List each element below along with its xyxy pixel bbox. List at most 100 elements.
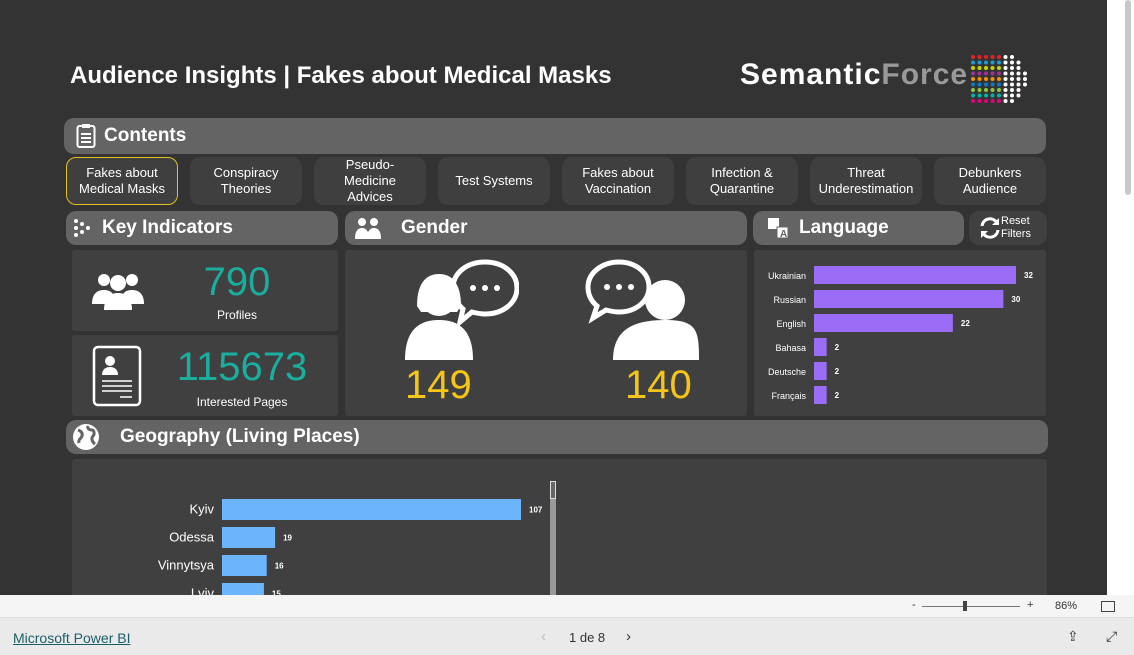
logo-dot xyxy=(1010,99,1014,103)
logo-dot xyxy=(971,66,975,70)
bar-value: 19 xyxy=(283,534,292,543)
share-icon[interactable]: ⇪ xyxy=(1067,628,1079,645)
bar-value: 16 xyxy=(275,562,284,571)
logo-dot xyxy=(990,77,995,81)
tab-6[interactable]: Threat Underestimation xyxy=(810,157,922,205)
tab-7[interactable]: Debunkers Audience xyxy=(934,157,1046,205)
gender-header: Gender xyxy=(345,211,747,245)
logo-dot xyxy=(984,77,988,81)
pages-card: 115673 Interested Pages xyxy=(72,335,338,416)
logo-dot xyxy=(1010,71,1014,76)
logo-dot xyxy=(990,60,995,65)
male-count: 140 xyxy=(625,363,692,407)
zoom-level: 86% xyxy=(1055,600,1078,612)
reset-filters-button[interactable]: Reset Filters xyxy=(969,211,1047,245)
profiles-label: Profiles xyxy=(216,308,257,322)
gender-panel: 149 140 xyxy=(345,250,747,416)
logo-dot xyxy=(977,99,982,103)
profiles-value: 790 xyxy=(203,260,271,304)
report-canvas: Audience Insights | Fakes about Medical … xyxy=(0,0,1107,595)
geography-chart: Kyiv 107 Odessa 19 Vinnytsya 16 Lviv 15 xyxy=(72,459,1047,595)
bar xyxy=(814,362,827,380)
logo-dot xyxy=(971,88,975,92)
logo-dot xyxy=(971,55,975,59)
tab-label: Threat Underestimation xyxy=(818,165,914,196)
fit-to-page-icon[interactable] xyxy=(1101,601,1115,612)
bar xyxy=(814,386,827,404)
logo-dot xyxy=(1016,66,1021,70)
key-indicators-title: Key Indicators xyxy=(102,217,233,238)
zoom-in-button[interactable]: + xyxy=(1027,599,1033,611)
logo-dot xyxy=(997,60,1001,65)
key-indicators-header: Key Indicators xyxy=(66,211,338,245)
logo-dot xyxy=(984,88,988,92)
logo-dot xyxy=(997,77,1001,81)
logo-dot xyxy=(1016,77,1021,81)
bar xyxy=(222,583,264,595)
logo-dot xyxy=(971,99,975,103)
semanticforce-logo: SemanticForce xyxy=(740,58,969,91)
logo-dot xyxy=(1003,93,1008,98)
prev-page-icon[interactable]: ‹ xyxy=(541,628,546,645)
bar-value: 22 xyxy=(961,319,970,328)
tab-0[interactable]: Fakes about Medical Masks xyxy=(66,157,178,205)
tab-3[interactable]: Test Systems xyxy=(438,157,550,205)
geography-title: Geography (Living Places) xyxy=(120,426,360,447)
page-scroll-thumb[interactable] xyxy=(1125,0,1131,195)
zoom-slider[interactable] xyxy=(922,606,1020,607)
document-profile-icon xyxy=(92,345,142,407)
logo-dot xyxy=(997,71,1001,76)
next-page-icon[interactable]: › xyxy=(626,628,631,645)
logo-dot xyxy=(971,60,975,65)
logo-dot xyxy=(1016,60,1021,65)
zoom-out-button[interactable]: - xyxy=(912,599,916,611)
logo-dot xyxy=(1003,60,1008,65)
tab-label: Infection & Quarantine xyxy=(709,165,775,196)
power-bi-link[interactable]: Microsoft Power BI xyxy=(13,630,130,646)
logo-dot xyxy=(984,99,988,103)
bar xyxy=(222,527,276,548)
scroll-thumb[interactable] xyxy=(550,481,556,499)
tab-5[interactable]: Infection & Quarantine xyxy=(686,157,798,205)
tab-1[interactable]: Conspiracy Theories xyxy=(190,157,302,205)
pages-label: Interested Pages xyxy=(196,395,288,409)
bar-label: English xyxy=(776,319,806,329)
zoom-bar: - + 86% xyxy=(0,595,1134,618)
bar xyxy=(222,499,521,520)
fullscreen-icon[interactable]: ⤢ xyxy=(1106,628,1117,645)
logo-dot xyxy=(977,82,982,87)
arrow-dots-icon xyxy=(74,219,90,237)
logo-dot xyxy=(1003,77,1008,81)
logo-dot xyxy=(1003,66,1008,70)
tab-label: Pseudo-Medicine Advices xyxy=(343,157,397,204)
tab-4[interactable]: Fakes about Vaccination xyxy=(562,157,674,205)
logo-dot xyxy=(984,82,988,87)
logo-dot xyxy=(977,88,982,92)
tab-label: Conspiracy Theories xyxy=(213,165,279,196)
bar xyxy=(814,290,1004,308)
geography-scrollbar[interactable] xyxy=(550,481,556,595)
bar-label: Bahasa xyxy=(775,343,806,353)
bar-label: Kyiv xyxy=(189,502,214,517)
tab-2[interactable]: Pseudo-Medicine Advices xyxy=(314,157,426,205)
bar-value: 107 xyxy=(529,506,543,515)
tab-label: Test Systems xyxy=(455,173,533,188)
logo-dot xyxy=(977,93,982,98)
bar-value: 2 xyxy=(835,343,840,352)
logo-dot xyxy=(1003,71,1008,76)
zoom-slider-thumb[interactable] xyxy=(963,601,967,611)
globe-icon xyxy=(73,424,99,450)
bar-label: Deutsche xyxy=(768,367,806,377)
logo-dot xyxy=(977,60,982,65)
logo-dot xyxy=(1010,82,1014,87)
refresh-icon xyxy=(980,217,1000,239)
language-chart: Ukrainian 32 Russian 30 English 22 Bahasa 2 Deut… xyxy=(754,250,1046,416)
geography-header: Geography (Living Places) xyxy=(66,420,1048,454)
bar-label: Odessa xyxy=(169,530,215,545)
clipboard-icon xyxy=(76,124,96,148)
translate-icon: A xyxy=(768,218,789,239)
logo-dot xyxy=(1023,77,1027,81)
bar xyxy=(814,266,1016,284)
logo-dot xyxy=(971,93,975,98)
tab-label: Fakes about Medical Masks xyxy=(79,165,165,196)
